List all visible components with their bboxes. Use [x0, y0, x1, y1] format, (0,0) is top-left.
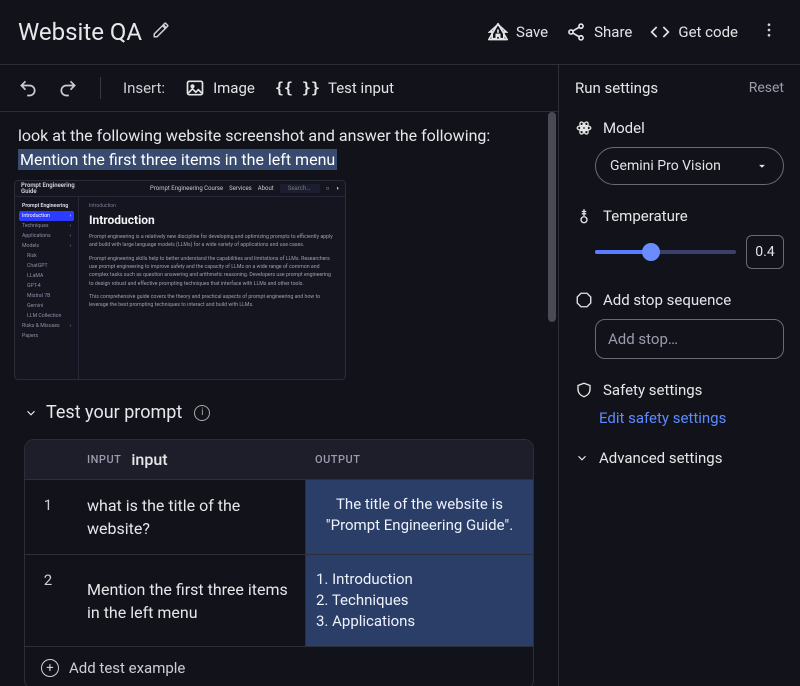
- emb-side-title: Prompt Engineering: [19, 201, 74, 211]
- chevron-down-icon: [755, 159, 769, 173]
- model-label: Model: [603, 119, 645, 137]
- emb-nav-2: About: [258, 185, 274, 192]
- add-test-example-button[interactable]: + Add test example: [25, 646, 533, 686]
- emb-side-10: LLM Collection: [19, 311, 74, 321]
- emb-p3: This comprehensive guide covers the theo…: [89, 293, 335, 310]
- page-title: Website QA: [18, 18, 142, 46]
- emb-side-6: LLaMA: [19, 271, 74, 281]
- model-value: Gemini Pro Vision: [610, 158, 721, 174]
- insert-toolbar: Insert: Image {{ }} Test input: [0, 65, 558, 112]
- row-output: 1. Introduction 2. Techniques 3. Applica…: [305, 555, 533, 646]
- emb-brand2: Guide: [21, 189, 75, 195]
- emb-search: Search…: [280, 184, 320, 193]
- chevron-down-icon: [575, 451, 589, 465]
- save-button[interactable]: Save: [488, 22, 548, 42]
- undo-icon[interactable]: [18, 78, 38, 98]
- add-label: Add test example: [69, 659, 185, 677]
- emb-p2: Prompt engineering skills help to better…: [89, 255, 335, 288]
- row-number: 2: [25, 555, 71, 646]
- scrollbar-thumb[interactable]: [548, 112, 556, 322]
- placeholder-glyph: {{ }}: [275, 79, 320, 97]
- insert-test-input-button[interactable]: {{ }} Test input: [275, 79, 394, 97]
- safety-label: Safety settings: [603, 381, 702, 399]
- edit-icon[interactable]: [152, 21, 170, 43]
- emb-side-4: Risk: [19, 251, 74, 261]
- emb-side-7: GPT-4: [19, 281, 74, 291]
- header: Website QA Save Share Get code: [0, 0, 800, 64]
- table-row: 1 what is the title of the website? The …: [25, 479, 533, 554]
- embedded-screenshot: Prompt Engineering Guide Prompt Engineer…: [14, 180, 346, 380]
- separator: [100, 77, 101, 99]
- temperature-label: Temperature: [603, 207, 688, 225]
- col-input-main: input: [131, 450, 167, 469]
- col-output: OUTPUT: [305, 450, 533, 469]
- emb-side-5: ChatGPT: [19, 261, 74, 271]
- plus-icon: +: [41, 659, 59, 677]
- insert-image-label: Image: [213, 79, 255, 97]
- get-code-button[interactable]: Get code: [650, 22, 738, 42]
- prompt-line-1: look at the following website screenshot…: [18, 126, 490, 145]
- stop-label: Add stop sequence: [603, 291, 731, 309]
- insert-image-button[interactable]: Image: [185, 78, 255, 98]
- more-menu-icon[interactable]: [756, 17, 782, 47]
- share-label: Share: [594, 23, 632, 41]
- row-input[interactable]: what is the title of the website?: [71, 480, 305, 554]
- stop-icon: [575, 291, 593, 309]
- github-icon: ○: [326, 185, 330, 192]
- col-input-small: INPUT: [87, 453, 121, 466]
- test-title: Test your prompt: [46, 402, 182, 423]
- reset-button[interactable]: Reset: [749, 80, 784, 96]
- emb-heading: Introduction: [89, 213, 335, 227]
- edit-safety-link[interactable]: Edit safety settings: [599, 409, 784, 427]
- prompt-text-area[interactable]: look at the following website screenshot…: [0, 112, 558, 172]
- emb-side-0: Introduction›: [19, 211, 74, 221]
- stop-input[interactable]: Add stop…: [595, 319, 784, 359]
- temperature-slider[interactable]: [595, 242, 736, 262]
- slider-thumb[interactable]: [642, 243, 660, 261]
- shield-icon: [575, 381, 593, 399]
- temperature-value[interactable]: 0.4: [746, 235, 784, 269]
- discord-icon: ◑: [335, 185, 339, 192]
- model-select[interactable]: Gemini Pro Vision: [595, 147, 784, 185]
- table-row: 2 Mention the first three items in the l…: [25, 554, 533, 646]
- chevron-down-icon: [24, 406, 38, 420]
- emb-side-11: Risks & Misuses›: [19, 321, 74, 331]
- share-button[interactable]: Share: [566, 22, 632, 42]
- get-code-label: Get code: [678, 23, 738, 41]
- emb-side-2: Applications›: [19, 231, 74, 241]
- redo-icon[interactable]: [58, 78, 78, 98]
- emb-side-9: Gemini: [19, 301, 74, 311]
- emb-side-8: Mistral 7B: [19, 291, 74, 301]
- save-label: Save: [516, 23, 548, 41]
- advanced-settings-toggle[interactable]: Advanced settings: [575, 449, 784, 467]
- test-prompt-toggle[interactable]: Test your prompt i: [24, 402, 534, 423]
- test-table: INPUT input OUTPUT 1 what is the title o…: [24, 439, 534, 686]
- info-icon[interactable]: i: [194, 405, 210, 421]
- emb-nav-0: Prompt Engineering Course: [150, 185, 223, 192]
- advanced-label: Advanced settings: [599, 449, 722, 467]
- run-settings-title: Run settings: [575, 79, 658, 97]
- model-icon: [575, 119, 593, 137]
- emb-side-3: Models›: [19, 241, 74, 251]
- emb-p1: Prompt engineering is a relatively new d…: [89, 233, 335, 250]
- insert-label: Insert:: [123, 79, 165, 97]
- row-input[interactable]: Mention the first three items in the lef…: [71, 555, 305, 646]
- row-number: 1: [25, 480, 71, 554]
- emb-side-1: Techniques›: [19, 221, 74, 231]
- prompt-line-2-highlight: Mention the first three items in the lef…: [18, 149, 337, 170]
- row-output: The title of the website is "Prompt Engi…: [305, 480, 533, 554]
- emb-crumb: Introduction: [89, 203, 335, 209]
- emb-side-12: Papers: [19, 331, 74, 341]
- temperature-icon: [575, 207, 593, 225]
- insert-test-label: Test input: [328, 79, 394, 97]
- emb-nav-1: Services: [229, 185, 252, 192]
